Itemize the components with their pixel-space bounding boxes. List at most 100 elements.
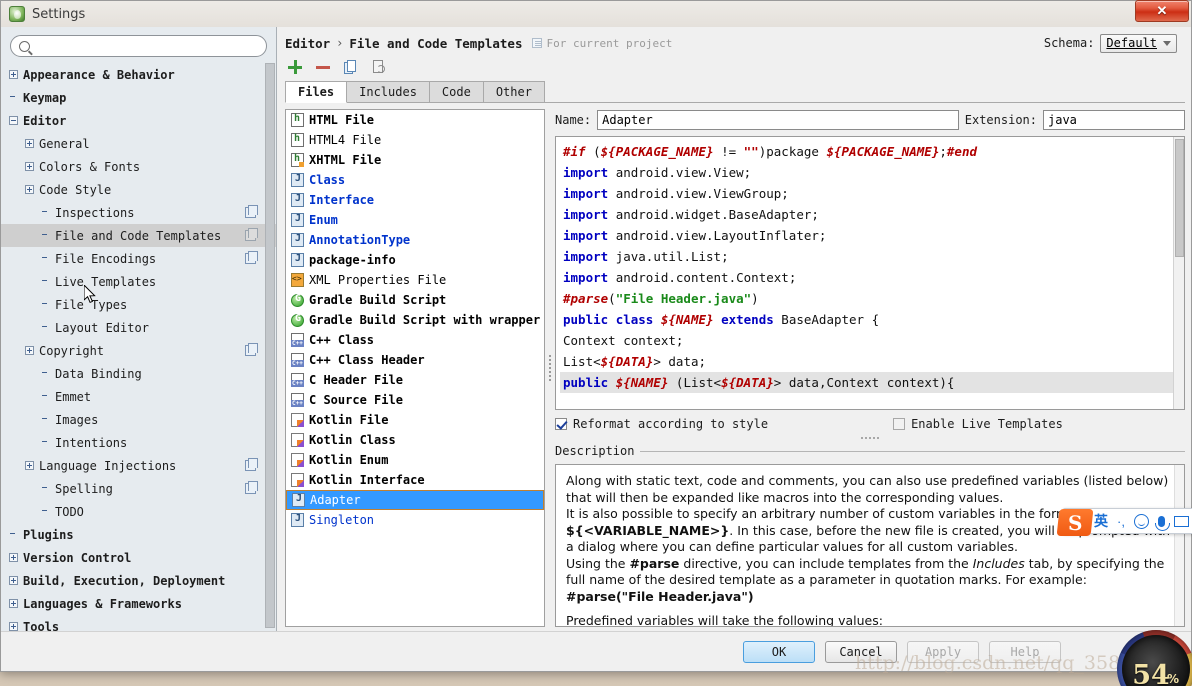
smiley-icon[interactable] bbox=[1133, 513, 1149, 529]
template-file-list[interactable]: HTML File HTML4 File XHTML File Class Interf… bbox=[285, 109, 545, 627]
list-item[interactable]: Interface bbox=[286, 190, 544, 210]
code-scrollbar-thumb[interactable] bbox=[1175, 139, 1184, 257]
search-box[interactable] bbox=[10, 35, 267, 57]
sidebar-item-tools[interactable]: Tools bbox=[1, 615, 276, 631]
cancel-button[interactable]: Cancel bbox=[825, 640, 897, 663]
sidebar-item-file-types[interactable]: File Types bbox=[1, 293, 276, 316]
ok-button[interactable]: OK bbox=[743, 640, 815, 663]
reformat-checkbox[interactable]: Reformat according to style bbox=[555, 417, 768, 431]
search-input[interactable] bbox=[36, 38, 258, 54]
live-templates-checkbox[interactable]: Enable Live Templates bbox=[893, 417, 1063, 431]
sidebar-item-language-injections[interactable]: Language Injections bbox=[1, 454, 276, 477]
list-item[interactable]: XHTML File bbox=[286, 150, 544, 170]
expand-icon[interactable] bbox=[9, 622, 18, 631]
template-extension-input[interactable] bbox=[1043, 110, 1185, 130]
copy-template-icon[interactable] bbox=[343, 59, 359, 75]
code-line[interactable]: List<${DATA}> data; bbox=[560, 351, 1184, 372]
code-line[interactable]: import android.view.ViewGroup; bbox=[560, 183, 1184, 204]
code-line[interactable]: public class ${NAME} extends BaseAdapter… bbox=[560, 309, 1184, 330]
expand-icon[interactable] bbox=[9, 576, 18, 585]
code-line[interactable]: import android.view.View; bbox=[560, 162, 1184, 183]
code-line[interactable]: import java.util.List; bbox=[560, 246, 1184, 267]
sidebar-item-editor[interactable]: Editor bbox=[1, 109, 276, 132]
copy-settings-icon[interactable] bbox=[245, 205, 258, 218]
sidebar-item-file-and-code-templates[interactable]: File and Code Templates bbox=[1, 224, 276, 247]
sidebar-item-intentions[interactable]: Intentions bbox=[1, 431, 276, 454]
code-line[interactable]: import android.widget.BaseAdapter; bbox=[560, 204, 1184, 225]
sidebar-item-file-encodings[interactable]: File Encodings bbox=[1, 247, 276, 270]
list-item[interactable]: Class bbox=[286, 170, 544, 190]
sidebar-item-spelling[interactable]: Spelling bbox=[1, 477, 276, 500]
template-tabs[interactable]: Files Includes Code Other bbox=[285, 81, 1185, 103]
tab-files[interactable]: Files bbox=[285, 81, 348, 103]
sidebar-item-version-control[interactable]: Version Control bbox=[1, 546, 276, 569]
sogou-ime-toolbar[interactable]: S 英 ·, bbox=[1056, 508, 1192, 536]
code-line[interactable]: #if (${PACKAGE_NAME} != "")package ${PAC… bbox=[560, 141, 1184, 162]
sidebar-item-plugins[interactable]: Plugins bbox=[1, 523, 276, 546]
sidebar-item-code-style[interactable]: Code Style bbox=[1, 178, 276, 201]
expand-icon[interactable] bbox=[9, 553, 18, 562]
description-body[interactable]: Along with static text, code and comment… bbox=[555, 464, 1185, 627]
breadcrumb-root[interactable]: Editor bbox=[285, 36, 330, 51]
expand-icon[interactable] bbox=[25, 185, 34, 194]
settings-tree[interactable]: Appearance & Behavior Keymap Editor General… bbox=[1, 63, 276, 631]
copy-settings-icon[interactable] bbox=[245, 343, 258, 356]
sidebar-item-images[interactable]: Images bbox=[1, 408, 276, 431]
sidebar-item-layout-editor[interactable]: Layout Editor bbox=[1, 316, 276, 339]
list-item[interactable]: C Header File bbox=[286, 370, 544, 390]
reset-template-icon[interactable] bbox=[371, 59, 387, 75]
sidebar-item-emmet[interactable]: Emmet bbox=[1, 385, 276, 408]
code-line[interactable]: import android.view.LayoutInflater; bbox=[560, 225, 1184, 246]
sidebar-item-todo[interactable]: TODO bbox=[1, 500, 276, 523]
list-item[interactable]: C Source File bbox=[286, 390, 544, 410]
code-line[interactable]: import android.content.Context; bbox=[560, 267, 1184, 288]
tab-other[interactable]: Other bbox=[482, 81, 545, 103]
remove-template-icon[interactable] bbox=[315, 59, 331, 75]
add-template-icon[interactable] bbox=[287, 59, 303, 75]
collapse-icon[interactable] bbox=[9, 116, 18, 125]
schema-dropdown[interactable]: Default bbox=[1100, 33, 1177, 53]
checkbox-checked-icon[interactable] bbox=[555, 417, 567, 430]
list-item[interactable]: Adapter bbox=[286, 490, 544, 510]
expand-icon[interactable] bbox=[9, 70, 18, 79]
sidebar-item-data-binding[interactable]: Data Binding bbox=[1, 362, 276, 385]
tab-code[interactable]: Code bbox=[428, 81, 484, 103]
help-button[interactable]: Help bbox=[989, 640, 1061, 663]
code-scrollbar[interactable] bbox=[1173, 137, 1184, 409]
sidebar-item-colors-fonts[interactable]: Colors & Fonts bbox=[1, 155, 276, 178]
list-item[interactable]: AnnotationType bbox=[286, 230, 544, 250]
sidebar-item-live-templates[interactable]: Live Templates bbox=[1, 270, 276, 293]
copy-settings-icon[interactable] bbox=[245, 458, 258, 471]
list-item[interactable]: Kotlin Interface bbox=[286, 470, 544, 490]
list-item[interactable]: package-info bbox=[286, 250, 544, 270]
copy-settings-icon[interactable] bbox=[245, 481, 258, 494]
list-item[interactable]: Gradle Build Script bbox=[286, 290, 544, 310]
tab-includes[interactable]: Includes bbox=[346, 81, 430, 103]
template-code-editor[interactable]: #if (${PACKAGE_NAME} != "")package ${PAC… bbox=[555, 136, 1185, 410]
list-item[interactable]: C++ Class Header bbox=[286, 350, 544, 370]
list-item[interactable]: C++ Class bbox=[286, 330, 544, 350]
checkbox-unchecked-icon[interactable] bbox=[893, 417, 906, 430]
microphone-icon[interactable] bbox=[1154, 515, 1170, 531]
list-item[interactable]: Enum bbox=[286, 210, 544, 230]
copy-settings-icon[interactable] bbox=[245, 228, 258, 241]
close-button[interactable]: ✕ bbox=[1135, 0, 1189, 22]
expand-icon[interactable] bbox=[25, 346, 34, 355]
list-item[interactable]: Singleton bbox=[286, 510, 544, 530]
sidebar-item-copyright[interactable]: Copyright bbox=[1, 339, 276, 362]
description-scrollbar[interactable] bbox=[1174, 465, 1184, 626]
list-item[interactable]: HTML4 File bbox=[286, 130, 544, 150]
editor-description-splitter[interactable] bbox=[555, 434, 1185, 442]
code-line[interactable]: #parse("File Header.java") bbox=[560, 288, 1184, 309]
sidebar-item-build-execution-deployment[interactable]: Build, Execution, Deployment bbox=[1, 569, 276, 592]
list-editor-splitter[interactable] bbox=[545, 109, 555, 627]
sidebar-scrollbar[interactable] bbox=[265, 63, 275, 628]
punctuation-icon[interactable]: ·, bbox=[1117, 514, 1125, 529]
list-item[interactable]: Kotlin File bbox=[286, 410, 544, 430]
list-item[interactable]: XML Properties File bbox=[286, 270, 544, 290]
sidebar-item-inspections[interactable]: Inspections bbox=[1, 201, 276, 224]
list-item[interactable]: Kotlin Class bbox=[286, 430, 544, 450]
sidebar-item-appearance-behavior[interactable]: Appearance & Behavior bbox=[1, 63, 276, 86]
sidebar-scrollbar-thumb[interactable] bbox=[265, 63, 275, 628]
list-item[interactable]: HTML File bbox=[286, 110, 544, 130]
